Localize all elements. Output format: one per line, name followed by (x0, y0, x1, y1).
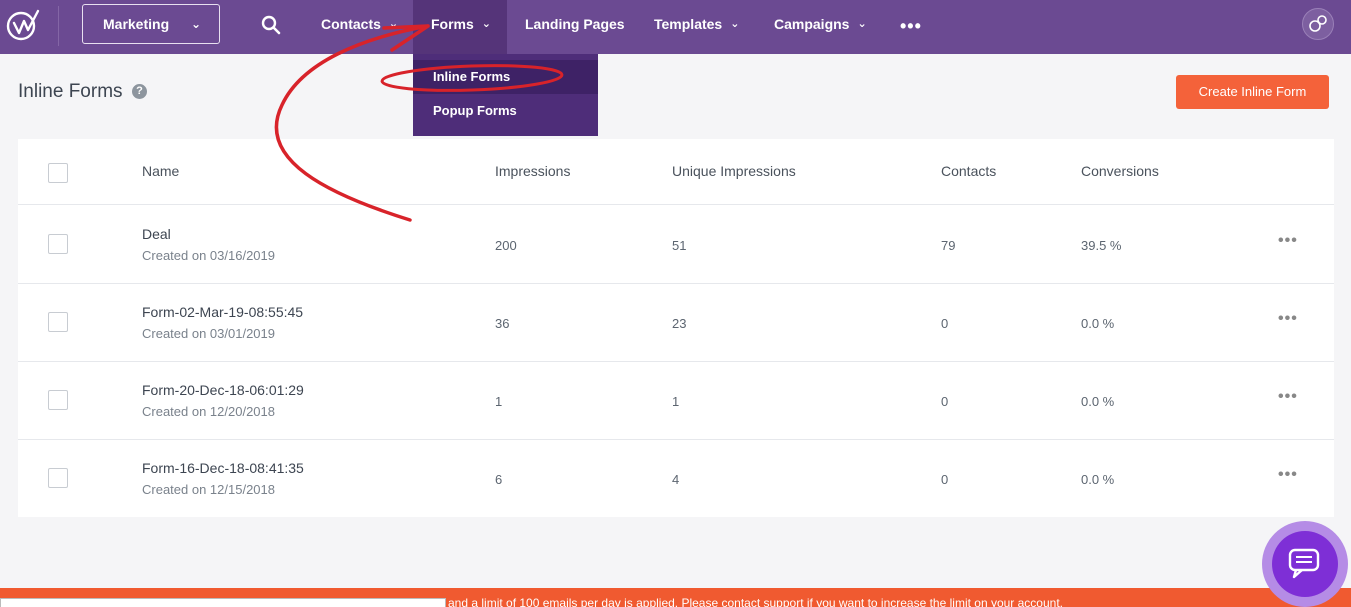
column-header-contacts[interactable]: Contacts (941, 163, 996, 179)
search-icon[interactable] (260, 14, 282, 36)
conversions-cell: 0.0 % (1081, 394, 1115, 409)
conversions-cell: 39.5 % (1081, 238, 1122, 253)
row-checkbox[interactable] (48, 468, 68, 488)
form-created-date: Created on 03/16/2019 (142, 248, 275, 263)
row-menu-icon[interactable]: ••• (1278, 466, 1298, 484)
nav-item-contacts[interactable]: Contacts ⌄ (321, 0, 398, 54)
unique-impressions-cell: 51 (672, 238, 687, 253)
module-selector-label: Marketing (103, 16, 170, 32)
table-row[interactable]: Deal Created on 03/16/2019 200 51 79 39.… (18, 206, 1334, 284)
nav-item-landing-pages[interactable]: Landing Pages (525, 0, 625, 54)
banner-text: and a limit of 100 emails per day is app… (448, 596, 1063, 607)
nav-item-label: Contacts (321, 16, 381, 32)
nav-item-campaigns[interactable]: Campaigns ⌄ (774, 0, 867, 54)
avatar-glyph (1309, 15, 1327, 32)
chevron-down-icon: ⌄ (190, 17, 201, 31)
chevron-down-icon: ⌄ (481, 18, 492, 30)
table-row[interactable]: Form-20-Dec-18-06:01:29 Created on 12/20… (18, 362, 1334, 440)
form-name-link[interactable]: Form-02-Mar-19-08:55:45 (142, 304, 303, 320)
unique-impressions-cell: 1 (672, 394, 680, 409)
module-selector[interactable]: Marketing ⌄ (82, 4, 220, 44)
row-menu-icon[interactable]: ••• (1278, 310, 1298, 328)
avatar-icon[interactable] (1302, 8, 1334, 40)
row-menu-icon[interactable]: ••• (1278, 388, 1298, 406)
row-checkbox[interactable] (48, 312, 68, 332)
impressions-cell: 1 (495, 394, 503, 409)
chevron-down-icon: ⌄ (857, 18, 867, 30)
contacts-cell: 0 (941, 472, 949, 487)
nav-divider (58, 6, 59, 46)
contacts-cell: 0 (941, 394, 949, 409)
form-created-date: Created on 12/15/2018 (142, 482, 275, 497)
row-menu-icon[interactable]: ••• (1278, 232, 1298, 250)
table-row[interactable]: Form-16-Dec-18-08:41:35 Created on 12/15… (18, 440, 1334, 518)
form-name-link[interactable]: Form-20-Dec-18-06:01:29 (142, 382, 304, 398)
chevron-down-icon: ⌄ (730, 18, 740, 30)
menu-item-popup-forms[interactable]: Popup Forms (413, 94, 598, 128)
form-created-date: Created on 03/01/2019 (142, 326, 275, 341)
nav-item-label: Landing Pages (525, 16, 625, 32)
nav-item-label: Campaigns (774, 16, 850, 32)
select-all-checkbox[interactable] (48, 163, 68, 183)
nav-item-templates[interactable]: Templates ⌄ (654, 0, 739, 54)
impressions-cell: 6 (495, 472, 503, 487)
unique-impressions-cell: 4 (672, 472, 680, 487)
nav-item-label: Forms (431, 16, 474, 32)
nav-item-forms[interactable]: Forms ⌄ (413, 0, 507, 54)
logo-icon[interactable] (6, 8, 40, 42)
more-icon[interactable]: ••• (900, 16, 922, 37)
chevron-down-icon: ⌄ (388, 18, 399, 30)
forms-table: Name Impressions Unique Impressions Cont… (18, 139, 1334, 517)
forms-dropdown-menu: Inline Forms Popup Forms (413, 54, 598, 136)
form-name-link[interactable]: Form-16-Dec-18-08:41:35 (142, 460, 304, 476)
chat-icon[interactable] (1288, 547, 1322, 579)
top-navigation: Marketing ⌄ Contacts ⌄ Forms ⌄ Landing Pag… (0, 0, 1351, 54)
form-name-link[interactable]: Deal (142, 226, 171, 242)
row-checkbox[interactable] (48, 390, 68, 410)
table-row[interactable]: Form-02-Mar-19-08:55:45 Created on 03/01… (18, 284, 1334, 362)
column-header-unique-impressions[interactable]: Unique Impressions (672, 163, 796, 179)
unique-impressions-cell: 23 (672, 316, 687, 331)
page-title: Inline Forms (18, 81, 123, 102)
impressions-cell: 200 (495, 238, 517, 253)
conversions-cell: 0.0 % (1081, 472, 1115, 487)
conversions-cell: 0.0 % (1081, 316, 1115, 331)
column-header-name[interactable]: Name (142, 163, 179, 179)
column-header-impressions[interactable]: Impressions (495, 163, 570, 179)
column-header-conversions[interactable]: Conversions (1081, 163, 1159, 179)
form-created-date: Created on 12/20/2018 (142, 404, 275, 419)
menu-item-inline-forms[interactable]: Inline Forms (413, 60, 598, 94)
contacts-cell: 79 (941, 238, 956, 253)
help-icon[interactable]: ? (132, 84, 147, 99)
impressions-cell: 36 (495, 316, 510, 331)
browser-status-bar (0, 598, 446, 607)
create-inline-form-button[interactable]: Create Inline Form (1176, 75, 1329, 109)
contacts-cell: 0 (941, 316, 949, 331)
nav-item-label: Templates (654, 16, 723, 32)
row-checkbox[interactable] (48, 234, 68, 254)
table-header: Name Impressions Unique Impressions Cont… (18, 139, 1334, 205)
